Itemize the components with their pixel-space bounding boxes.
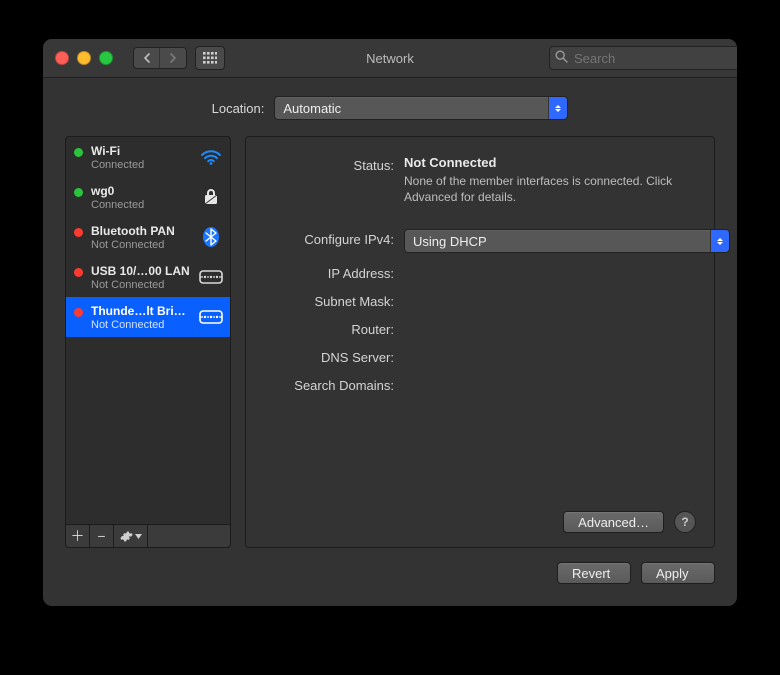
service-list-toolbar: ＋ − — [65, 524, 231, 548]
status-dot-icon — [74, 268, 83, 277]
search-icon — [555, 50, 568, 63]
configure-ipv4-value: Using DHCP — [413, 234, 487, 249]
help-button[interactable]: ? — [674, 511, 696, 533]
router-label: Router: — [264, 319, 394, 337]
status-subtext: None of the member interfaces is connect… — [404, 173, 696, 205]
service-wifi[interactable]: Wi-Fi Connected — [66, 137, 230, 177]
window-controls — [43, 51, 113, 65]
network-prefs-window: Network Location: Automatic — [42, 38, 738, 607]
subnet-mask-row: Subnet Mask: — [264, 291, 696, 309]
service-status-text: Not Connected — [91, 279, 190, 291]
subnet-mask-label: Subnet Mask: — [264, 291, 394, 309]
show-all-prefs-button[interactable] — [195, 46, 225, 70]
dns-server-row: DNS Server: — [264, 347, 696, 365]
titlebar: Network — [43, 39, 737, 78]
service-thunderbolt-bridge[interactable]: Thunde…lt Bridge Not Connected — [66, 297, 230, 337]
plus-icon: ＋ — [71, 526, 85, 546]
ip-address-label: IP Address: — [264, 263, 394, 281]
service-wg0[interactable]: wg0 Connected — [66, 177, 230, 217]
ethernet-icon — [198, 306, 224, 328]
grid-icon — [203, 52, 217, 64]
close-window-button[interactable] — [55, 51, 69, 65]
add-service-button[interactable]: ＋ — [66, 525, 90, 547]
service-name: wg0 — [91, 184, 190, 198]
service-usb-lan[interactable]: USB 10/…00 LAN Not Connected — [66, 257, 230, 297]
bluetooth-icon — [198, 226, 224, 248]
remove-service-button[interactable]: − — [90, 525, 114, 547]
nav-back-forward — [133, 47, 187, 69]
chevron-right-icon — [169, 53, 177, 63]
service-name: USB 10/…00 LAN — [91, 264, 190, 278]
configure-ipv4-label: Configure IPv4: — [264, 229, 394, 247]
back-button[interactable] — [134, 48, 160, 68]
configure-ipv4-popup[interactable]: Using DHCP — [404, 229, 730, 253]
service-name: Bluetooth PAN — [91, 224, 190, 238]
service-status-text: Connected — [91, 159, 190, 171]
lock-icon — [198, 186, 224, 208]
service-name: Thunde…lt Bridge — [91, 304, 190, 318]
service-actions-menu[interactable] — [114, 525, 148, 547]
sidebar: Wi-Fi Connected wg0 Connected — [65, 136, 231, 548]
chevron-left-icon — [143, 53, 151, 63]
detail-panel: Status: Not Connected None of the member… — [245, 136, 715, 548]
gear-icon — [120, 530, 133, 543]
location-row: Location: Automatic — [65, 96, 715, 120]
router-row: Router: — [264, 319, 696, 337]
status-dot-icon — [74, 228, 83, 237]
ethernet-icon — [198, 266, 224, 288]
minimize-window-button[interactable] — [77, 51, 91, 65]
dns-server-label: DNS Server: — [264, 347, 394, 365]
help-icon: ? — [681, 515, 688, 529]
status-row: Status: Not Connected None of the member… — [264, 155, 696, 205]
advanced-button[interactable]: Advanced… — [563, 511, 664, 533]
footer: Revert Apply — [65, 548, 715, 588]
search-input[interactable] — [549, 46, 738, 70]
service-status-text: Not Connected — [91, 319, 190, 331]
status-dot-icon — [74, 308, 83, 317]
popup-stepper-icon — [710, 230, 729, 252]
service-list[interactable]: Wi-Fi Connected wg0 Connected — [65, 136, 231, 524]
location-label: Location: — [212, 101, 265, 116]
ip-address-row: IP Address: — [264, 263, 696, 281]
popup-stepper-icon — [548, 97, 567, 119]
chevron-down-icon — [135, 534, 142, 539]
detail-bottom-row: Advanced… ? — [264, 511, 696, 533]
service-status-text: Not Connected — [91, 239, 190, 251]
minus-icon: − — [97, 528, 105, 544]
search-field[interactable] — [549, 46, 725, 70]
service-name: Wi-Fi — [91, 144, 190, 158]
location-popup[interactable]: Automatic — [274, 96, 568, 120]
status-label: Status: — [264, 155, 394, 173]
apply-button[interactable]: Apply — [641, 562, 715, 584]
status-value: Not Connected — [404, 155, 696, 170]
main-split: Wi-Fi Connected wg0 Connected — [65, 136, 715, 548]
forward-button[interactable] — [160, 48, 186, 68]
service-status-text: Connected — [91, 199, 190, 211]
search-domains-label: Search Domains: — [264, 375, 394, 393]
revert-button[interactable]: Revert — [557, 562, 631, 584]
status-dot-icon — [74, 188, 83, 197]
window-body: Location: Automatic Wi-Fi Connected — [43, 78, 737, 606]
configure-ipv4-row: Configure IPv4: Using DHCP — [264, 229, 696, 253]
status-dot-icon — [74, 148, 83, 157]
service-bluetooth-pan[interactable]: Bluetooth PAN Not Connected — [66, 217, 230, 257]
wifi-icon — [198, 146, 224, 168]
zoom-window-button[interactable] — [99, 51, 113, 65]
search-domains-row: Search Domains: — [264, 375, 696, 393]
location-value: Automatic — [283, 101, 341, 116]
